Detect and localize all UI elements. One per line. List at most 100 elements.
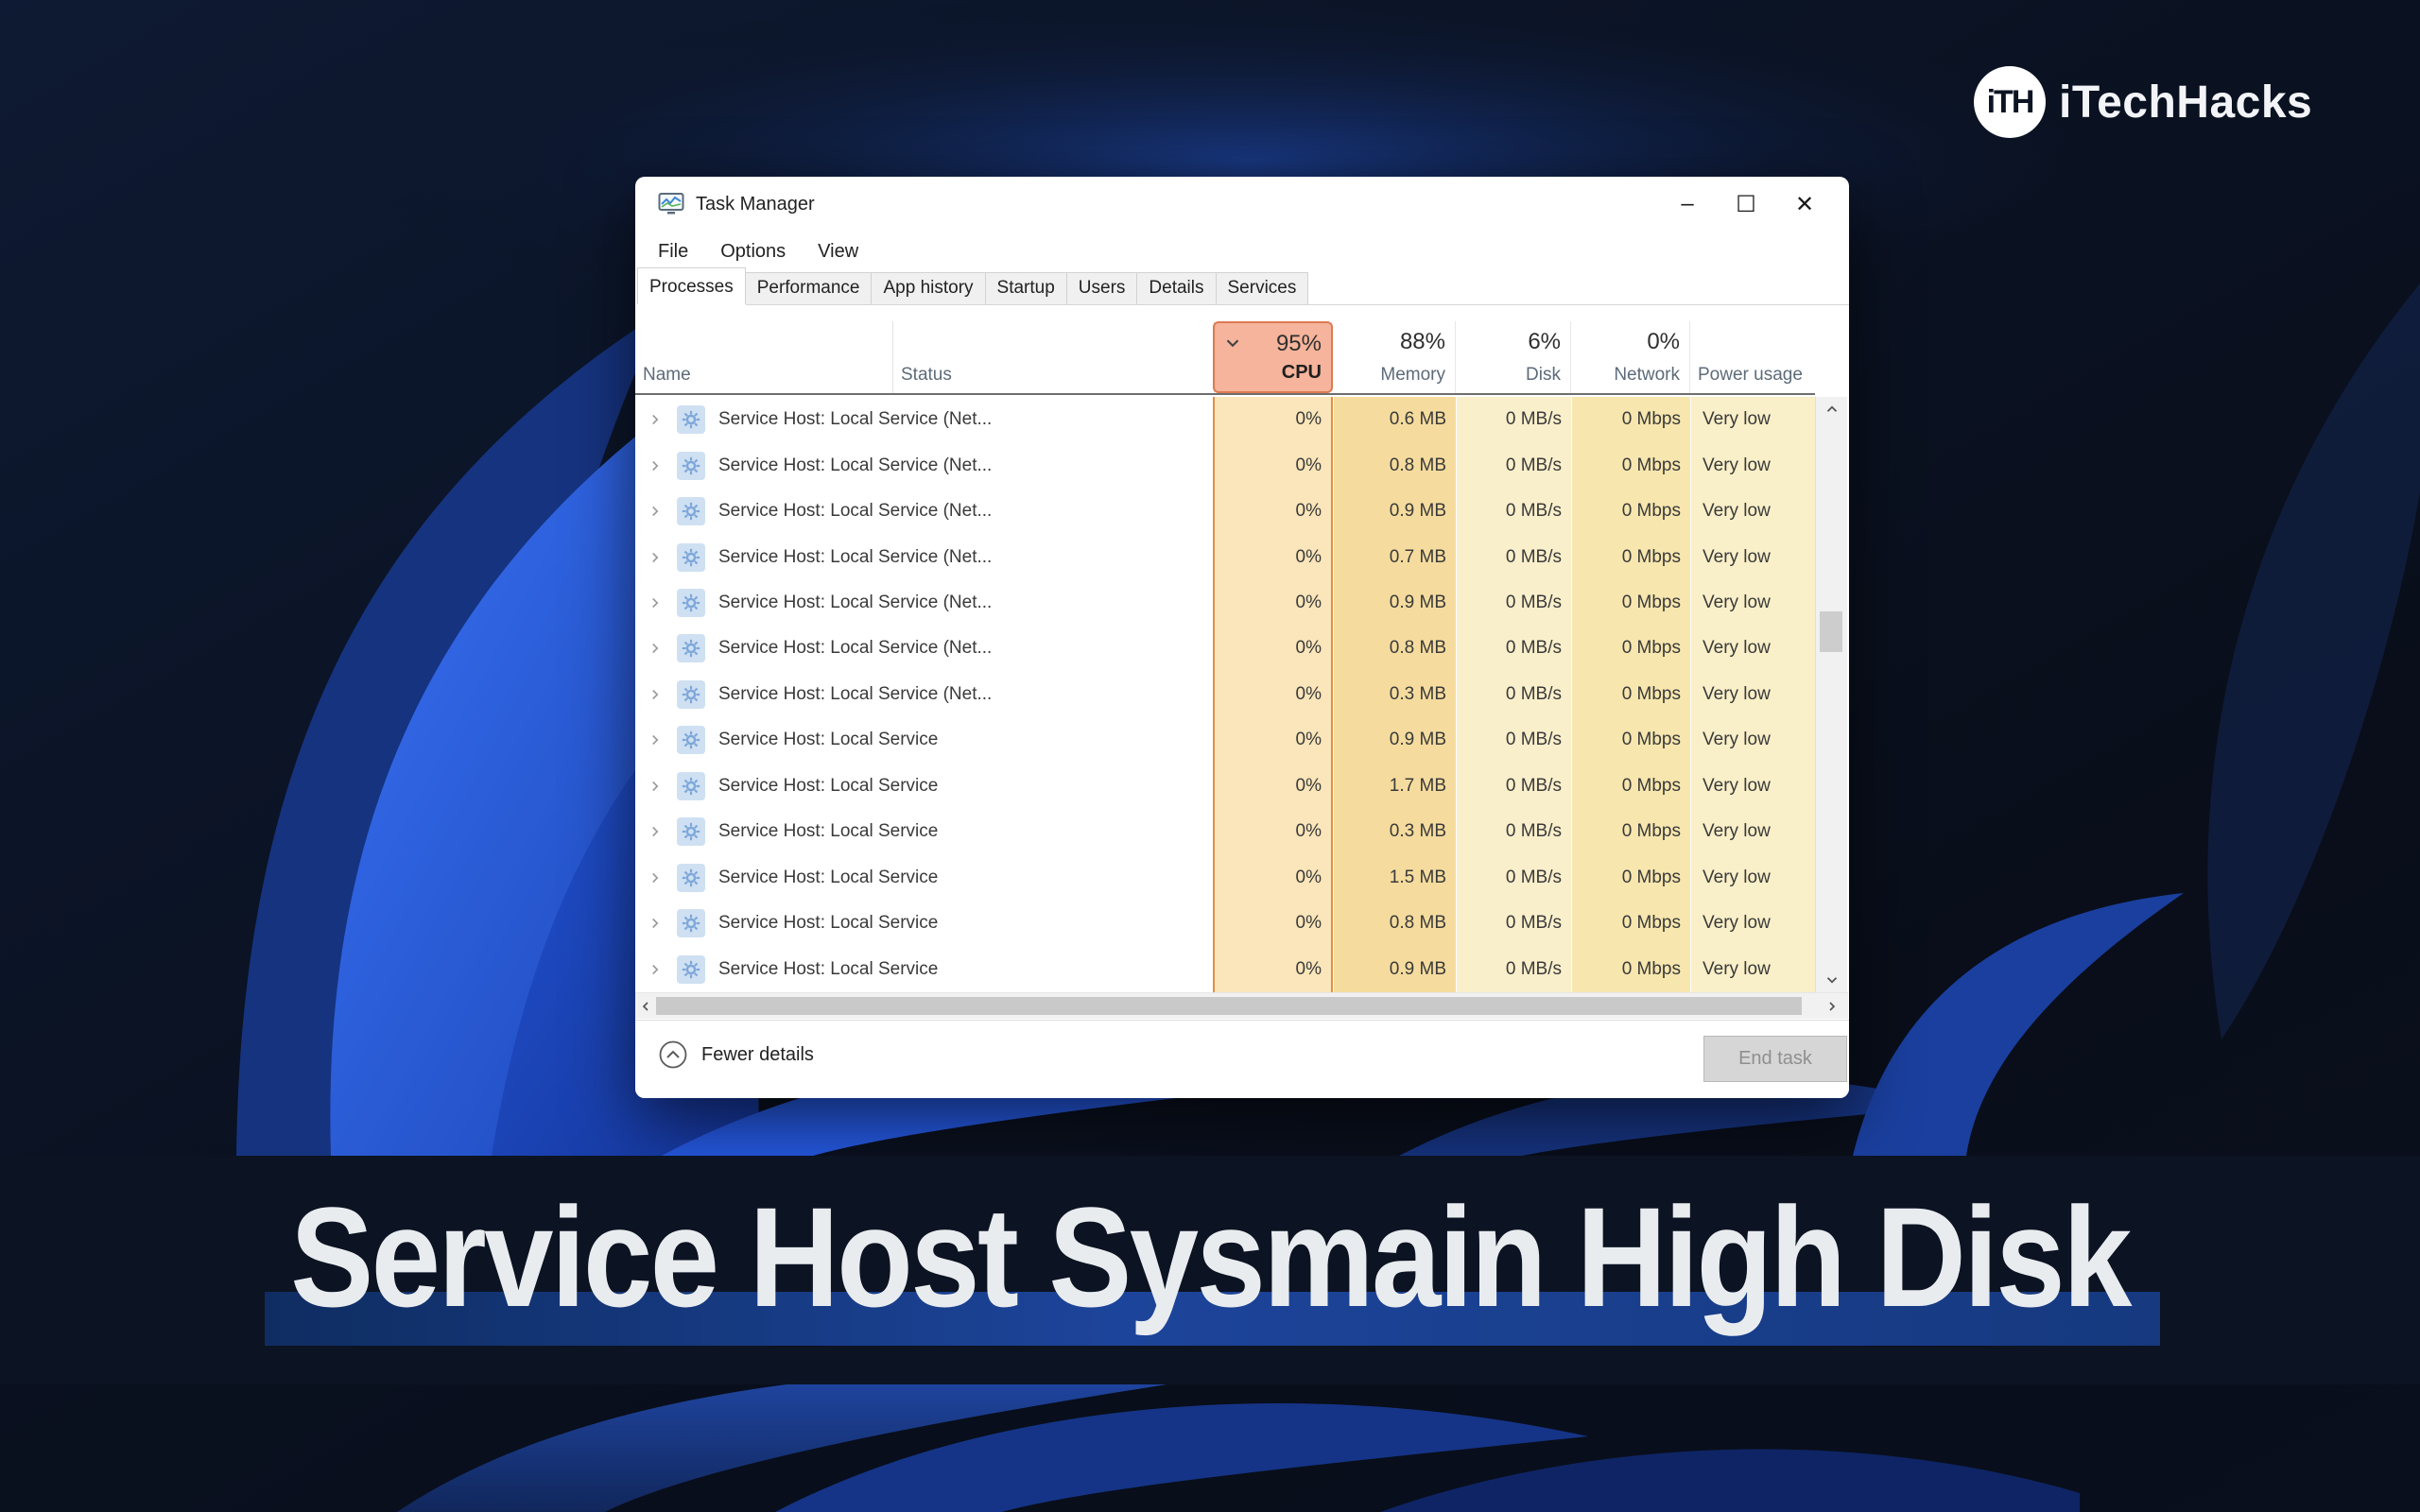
service-gear-icon [677,726,705,755]
tab-app-history[interactable]: App history [871,272,986,304]
expand-chevron-icon[interactable] [647,869,664,886]
expand-chevron-icon[interactable] [647,961,664,978]
power-usage-cell: Very low [1690,900,1815,947]
tab-startup[interactable]: Startup [984,272,1067,304]
tab-processes[interactable]: Processes [637,267,746,304]
network-cell: 0 Mbps [1571,671,1690,718]
expand-chevron-icon[interactable] [647,594,664,611]
service-gear-icon [677,405,705,435]
scroll-left-icon[interactable] [635,993,656,1019]
table-row[interactable]: Service Host: Local Service 0% 0.9 MB 0 … [635,946,1815,992]
power-usage-cell: Very low [1690,626,1815,672]
horizontal-scroll-thumb[interactable] [656,997,1802,1015]
chevron-up-circle-icon [659,1040,687,1069]
memory-cell: 0.8 MB [1333,626,1456,672]
tab-users[interactable]: Users [1065,272,1138,304]
disk-cell: 0 MB/s [1456,397,1571,443]
maximize-button[interactable]: ☐ [1717,183,1775,225]
cpu-cell: 0% [1213,900,1333,947]
vertical-scroll-thumb[interactable] [1820,611,1842,652]
service-gear-icon [677,589,705,618]
tab-details[interactable]: Details [1136,272,1217,304]
column-header-network[interactable]: 0% Network [1571,321,1690,393]
table-row[interactable]: Service Host: Local Service (Net... 0% 0… [635,626,1815,672]
cpu-cell: 0% [1213,946,1333,992]
process-table: Service Host: Local Service (Net... 0% 0… [635,397,1815,992]
column-header-name[interactable]: Name [635,321,893,393]
status-cell [893,717,1213,763]
cpu-cell: 0% [1213,809,1333,855]
expand-chevron-icon[interactable] [647,915,664,932]
column-header-power-usage[interactable]: Power usage [1690,321,1815,393]
menu-view[interactable]: View [814,239,862,265]
expand-chevron-icon[interactable] [647,411,664,428]
cpu-cell: 0% [1213,763,1333,810]
table-row[interactable]: Service Host: Local Service 0% 0.8 MB 0 … [635,900,1815,947]
expand-chevron-icon[interactable] [647,823,664,840]
table-row[interactable]: Service Host: Local Service (Net... 0% 0… [635,671,1815,718]
memory-cell: 0.6 MB [1333,397,1456,443]
expand-chevron-icon[interactable] [647,731,664,748]
menu-options[interactable]: Options [717,239,789,265]
vertical-scrollbar[interactable] [1815,397,1847,992]
status-cell [893,626,1213,671]
expand-chevron-icon[interactable] [647,640,664,657]
column-header-cpu[interactable]: 95% CPU [1213,321,1333,393]
expand-chevron-icon[interactable] [647,503,664,520]
menu-file[interactable]: File [654,239,692,265]
expand-chevron-icon[interactable] [647,549,664,566]
column-header-memory[interactable]: 88% Memory [1333,321,1456,393]
scroll-down-icon[interactable] [1816,970,1847,990]
service-gear-icon [677,451,705,480]
status-cell [893,397,1213,442]
table-row[interactable]: Service Host: Local Service 0% 1.7 MB 0 … [635,763,1815,810]
table-row[interactable]: Service Host: Local Service (Net... 0% 0… [635,488,1815,535]
scroll-up-icon[interactable] [1816,399,1847,420]
service-gear-icon [677,863,705,892]
expand-chevron-icon[interactable] [647,778,664,795]
status-cell [893,489,1213,534]
menu-bar: File Options View [635,232,1849,271]
fewer-details-button[interactable]: Fewer details [658,1040,814,1070]
tab-performance[interactable]: Performance [744,272,873,304]
memory-cell: 0.9 MB [1333,946,1456,992]
power-usage-cell: Very low [1690,488,1815,535]
service-gear-icon [677,771,705,800]
table-row[interactable]: Service Host: Local Service (Net... 0% 0… [635,397,1815,443]
close-button[interactable]: ✕ [1775,183,1834,225]
column-header-disk[interactable]: 6% Disk [1456,321,1571,393]
column-header-row: Name Status 95% CPU 88% Memory 6% Disk 0… [635,321,1815,395]
service-gear-icon [677,634,705,663]
power-usage-cell: Very low [1690,671,1815,718]
service-gear-icon [677,679,705,709]
table-row[interactable]: Service Host: Local Service 0% 0.3 MB 0 … [635,809,1815,855]
table-row[interactable]: Service Host: Local Service 0% 0.9 MB 0 … [635,717,1815,764]
memory-cell: 0.7 MB [1333,534,1456,580]
power-usage-cell: Very low [1690,579,1815,627]
disk-cell: 0 MB/s [1456,763,1571,810]
power-usage-cell: Very low [1690,854,1815,901]
cpu-cell: 0% [1213,626,1333,672]
page-title: Service Host Sysmain High Disk [290,1177,2132,1336]
scroll-right-icon[interactable] [1822,993,1842,1019]
table-row[interactable]: Service Host: Local Service 0% 1.5 MB 0 … [635,854,1815,901]
status-cell [893,534,1213,579]
cpu-cell: 0% [1213,397,1333,443]
disk-cell: 0 MB/s [1456,854,1571,901]
status-cell [893,809,1213,854]
tab-services[interactable]: Services [1215,272,1309,304]
network-cell: 0 Mbps [1571,442,1690,489]
network-total-percent: 0% [1647,329,1680,354]
column-header-status[interactable]: Status [893,321,1215,393]
title-bar[interactable]: Task Manager – ☐ ✕ [635,177,1849,232]
table-row[interactable]: Service Host: Local Service (Net... 0% 0… [635,579,1815,627]
expand-chevron-icon[interactable] [647,457,664,474]
table-row[interactable]: Service Host: Local Service (Net... 0% 0… [635,442,1815,489]
network-cell: 0 Mbps [1571,809,1690,855]
minimize-button[interactable]: – [1658,183,1717,225]
memory-total-percent: 88% [1399,329,1445,354]
horizontal-scrollbar[interactable] [635,992,1848,1019]
expand-chevron-icon[interactable] [647,686,664,703]
table-row[interactable]: Service Host: Local Service (Net... 0% 0… [635,534,1815,580]
end-task-button[interactable]: End task [1703,1036,1847,1082]
